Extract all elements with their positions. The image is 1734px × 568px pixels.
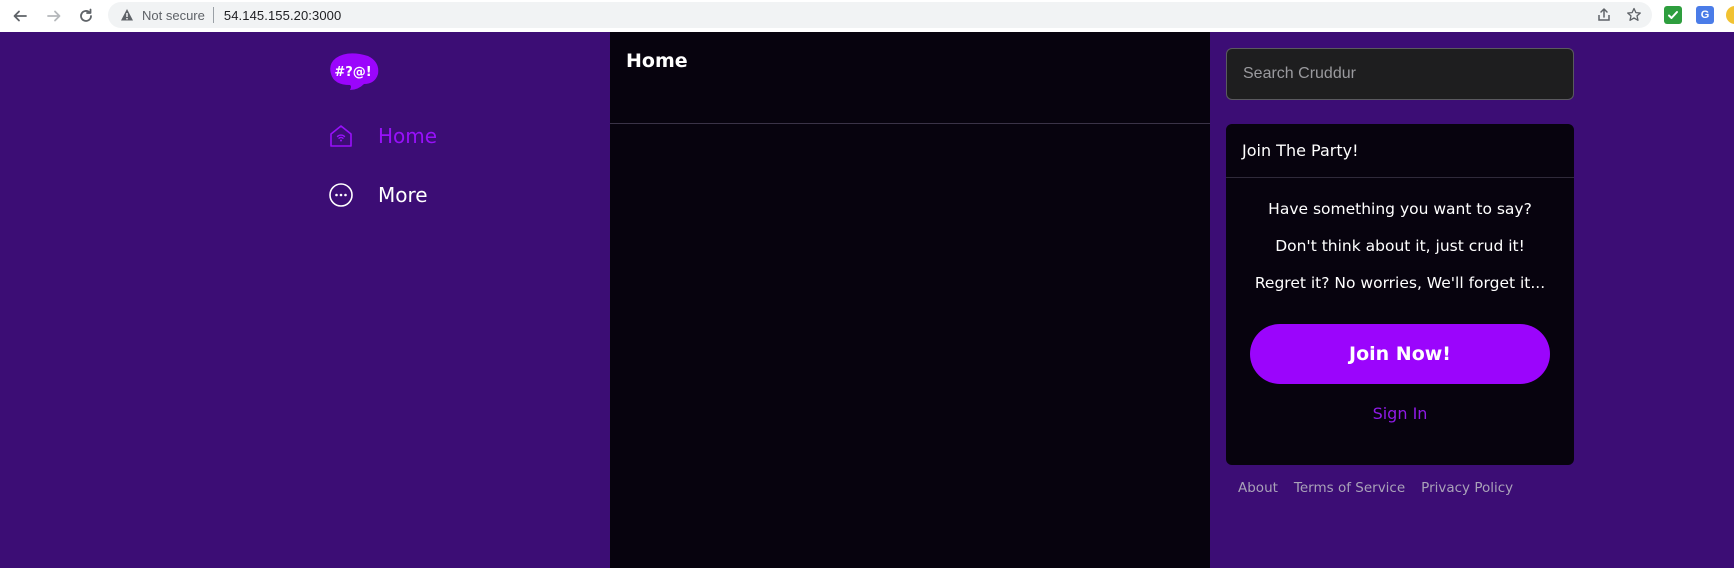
logo-text: #?@! bbox=[334, 65, 371, 80]
browser-toolbar: Not secure 54.145.155.20:3000 G bbox=[0, 0, 1734, 32]
sign-in-link[interactable]: Sign In bbox=[1226, 404, 1574, 423]
star-icon[interactable] bbox=[1626, 7, 1642, 23]
nav-item-more[interactable]: More bbox=[328, 179, 428, 211]
more-circle-icon bbox=[328, 182, 354, 208]
footer-link-privacy[interactable]: Privacy Policy bbox=[1421, 480, 1513, 496]
address-actions bbox=[1596, 2, 1642, 28]
address-divider bbox=[212, 7, 214, 23]
extension-icon[interactable] bbox=[1726, 6, 1734, 24]
home-feed: Home bbox=[610, 32, 1210, 568]
nav-item-label: More bbox=[378, 183, 428, 207]
join-now-button[interactable]: Join Now! bbox=[1250, 324, 1550, 384]
footer-link-terms[interactable]: Terms of Service bbox=[1294, 480, 1405, 496]
feed-header: Home bbox=[610, 32, 1210, 124]
translate-extension-icon[interactable]: G bbox=[1696, 6, 1714, 24]
url-text[interactable]: 54.145.155.20:3000 bbox=[224, 8, 341, 23]
page-title: Home bbox=[626, 50, 688, 72]
cruddur-logo[interactable]: #?@! bbox=[328, 52, 380, 92]
app-page: #?@! Home More Home Search Cruddur Join … bbox=[0, 32, 1734, 568]
checkmark-extension-icon[interactable] bbox=[1664, 6, 1682, 24]
reload-icon[interactable] bbox=[70, 0, 102, 32]
warning-icon bbox=[120, 8, 134, 22]
security-status[interactable]: Not secure bbox=[142, 8, 205, 23]
join-card-line: Don't think about it, just crud it! bbox=[1275, 237, 1525, 255]
share-icon[interactable] bbox=[1596, 7, 1612, 23]
footer-link-about[interactable]: About bbox=[1238, 480, 1278, 496]
search-input[interactable] bbox=[1226, 48, 1574, 100]
back-arrow-icon[interactable] bbox=[4, 0, 36, 32]
join-card-line: Have something you want to say? bbox=[1268, 200, 1532, 218]
join-card: Join The Party! Have something you want … bbox=[1226, 124, 1574, 465]
join-card-line: Regret it? No worries, We'll forget it..… bbox=[1254, 274, 1546, 292]
home-icon bbox=[328, 123, 354, 149]
join-card-title: Join The Party! bbox=[1226, 124, 1574, 178]
address-bar[interactable]: Not secure 54.145.155.20:3000 bbox=[108, 2, 1652, 28]
nav-item-home[interactable]: Home bbox=[328, 120, 437, 152]
nav-item-label: Home bbox=[378, 124, 438, 148]
forward-arrow-icon[interactable] bbox=[38, 0, 70, 32]
footer-links: About Terms of Service Privacy Policy bbox=[1238, 480, 1513, 496]
